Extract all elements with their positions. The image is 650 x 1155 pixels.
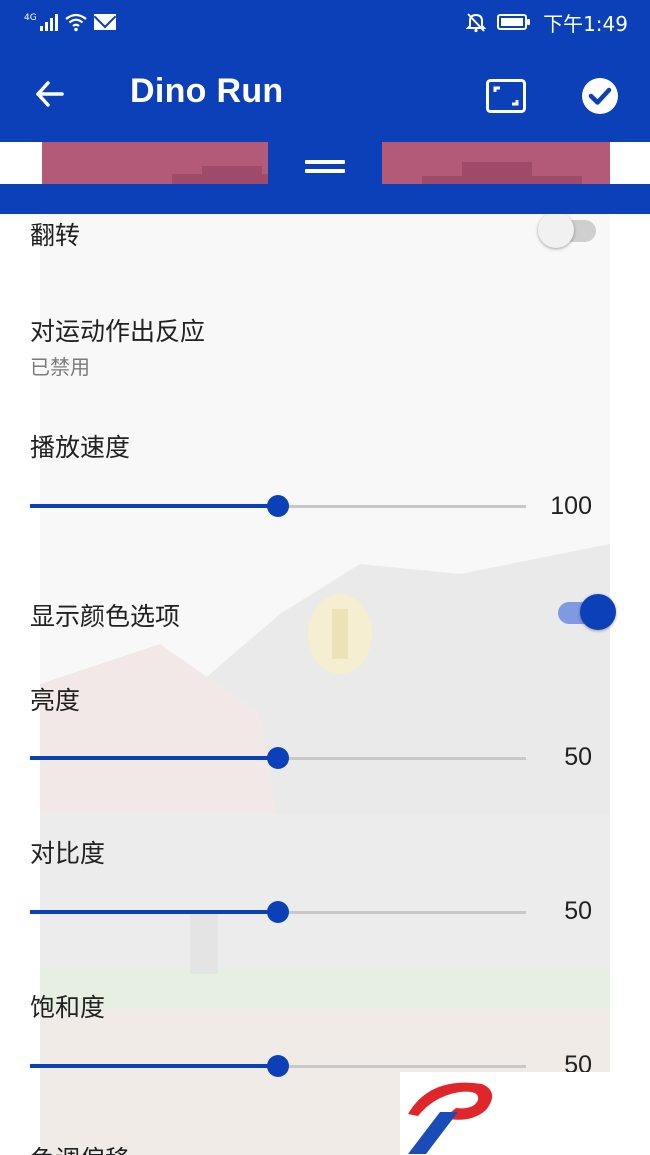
speed-slider[interactable] <box>30 494 526 518</box>
color-options-label: 显示颜色选项 <box>30 602 181 631</box>
drag-handle-icon <box>305 155 345 178</box>
confirm-button[interactable] <box>572 68 628 124</box>
hue-label: 色调偏移 <box>30 1140 130 1155</box>
motion-label[interactable]: 对运动作出反应 <box>30 312 205 348</box>
clock: 下午1:49 <box>543 11 628 36</box>
game-background-art <box>40 214 610 1155</box>
status-bar: 4G 下午1:49 <box>0 0 650 44</box>
drag-handle[interactable] <box>268 142 382 190</box>
brightness-label: 亮度 <box>30 686 81 715</box>
contrast-label: 对比度 <box>30 839 106 868</box>
fullscreen-button[interactable] <box>478 68 534 124</box>
watermark-logo <box>400 1072 650 1155</box>
mail-icon <box>93 14 116 30</box>
flip-toggle[interactable] <box>538 214 602 250</box>
motion-status: 已禁用 <box>30 355 90 379</box>
arrow-left-icon <box>36 81 64 107</box>
saturation-label: 饱和度 <box>30 993 106 1022</box>
page-title: Dino Run <box>130 72 284 110</box>
contrast-slider-thumb[interactable] <box>267 901 289 923</box>
contrast-slider[interactable] <box>30 900 526 924</box>
flip-label: 翻转 <box>30 221 81 250</box>
contrast-value: 50 <box>564 897 592 925</box>
speed-slider-thumb[interactable] <box>267 495 289 517</box>
battery-icon <box>497 14 531 30</box>
speed-value: 100 <box>550 492 592 520</box>
color-options-toggle[interactable] <box>552 592 616 632</box>
app-bar: Dino Run <box>0 44 650 142</box>
mute-bell-icon <box>465 13 487 33</box>
wifi-icon <box>65 13 87 32</box>
brightness-value: 50 <box>564 743 592 771</box>
brightness-slider-thumb[interactable] <box>267 747 289 769</box>
cellular-signal-icon: 4G <box>24 13 58 31</box>
check-circle-icon <box>582 78 618 114</box>
saturation-slider-thumb[interactable] <box>267 1055 289 1077</box>
brightness-slider[interactable] <box>30 746 526 770</box>
speed-label: 播放速度 <box>30 433 131 462</box>
fullscreen-icon <box>486 79 526 113</box>
back-button[interactable] <box>22 66 78 122</box>
brand-logo-icon <box>408 1082 493 1154</box>
settings-panel: 翻转 对运动作出反应 已禁用 播放速度 100 显示颜色选项 亮度 50 对比度… <box>0 214 650 1155</box>
network-type: 4G <box>24 13 37 23</box>
